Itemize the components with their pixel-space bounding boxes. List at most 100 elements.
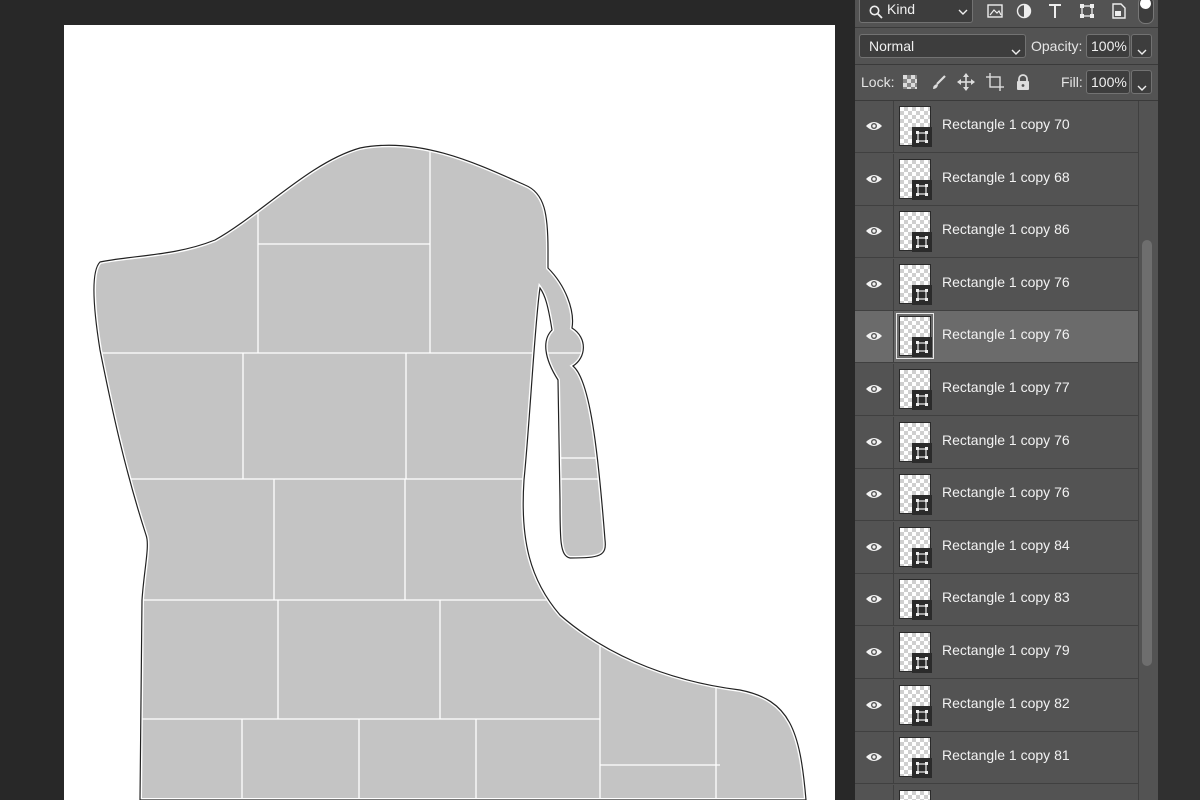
fill-slider-button[interactable] xyxy=(1131,70,1152,94)
layer-name[interactable]: Rectangle 1 copy 76 xyxy=(942,432,1070,448)
visibility-eye-icon[interactable] xyxy=(861,273,887,295)
layer-row[interactable]: Rectangle 1 copy 82 xyxy=(855,679,1138,732)
shape-layer-badge-icon xyxy=(912,127,932,147)
layer-row[interactable]: Rectangle 1 copy 76 xyxy=(855,416,1138,469)
shape-layer-badge-icon xyxy=(912,758,932,779)
fill-label: Fill: xyxy=(1061,74,1083,90)
opacity-slider-button[interactable] xyxy=(1131,34,1152,58)
blend-mode-value: Normal xyxy=(869,38,915,54)
lock-artboard-icon[interactable] xyxy=(984,71,1006,93)
shape-layer-badge-icon xyxy=(912,653,932,673)
shape-layer-badge-icon xyxy=(912,179,932,200)
shape-layer-badge-icon xyxy=(912,495,932,516)
shape-layer-badge-icon xyxy=(912,705,932,726)
layer-name[interactable]: Rectangle 1 copy 77 xyxy=(942,379,1070,395)
layer-row[interactable]: Rectangle 1 copy 76 xyxy=(855,258,1138,311)
chevron-down-icon xyxy=(1137,77,1147,99)
opacity-label: Opacity: xyxy=(1031,38,1083,54)
type-filter-icon[interactable] xyxy=(1043,0,1067,22)
layer-name[interactable]: Rectangle 1 copy 81 xyxy=(942,747,1070,763)
smart-object-filter-icon[interactable] xyxy=(1107,0,1131,22)
shape-layer-badge-icon xyxy=(912,547,932,568)
layer-name[interactable]: Rectangle 1 copy 82 xyxy=(942,695,1070,711)
blend-opacity-row: Normal Opacity: 100% xyxy=(855,28,1200,64)
chevron-down-icon xyxy=(1011,41,1021,63)
layer-row[interactable]: Rectangle 1 copy 79 xyxy=(855,627,1138,679)
layers-panel: Kind Normal Opacity: 100% Lock: Fill: 10… xyxy=(855,0,1200,800)
layer-row[interactable]: Rectangle 1 copy 68 xyxy=(855,153,1138,206)
shape-layer-badge-icon xyxy=(912,442,932,463)
visibility-eye-icon[interactable] xyxy=(861,378,887,400)
layer-list-scrollbar-thumb[interactable] xyxy=(1142,240,1152,666)
panel-dock-strip xyxy=(1158,0,1200,800)
divider xyxy=(893,206,894,259)
layer-list[interactable]: Rectangle 1 copy 70 Rectangle 1 copy 68 Re… xyxy=(855,101,1138,800)
layer-row[interactable]: Rectangle 1 copy 84 xyxy=(855,521,1138,574)
divider xyxy=(893,574,894,627)
layer-name[interactable]: Rectangle 1 copy 76 xyxy=(942,484,1070,500)
image-filter-icon[interactable] xyxy=(983,0,1007,22)
layer-row[interactable]: Rectangle 1 copy 77 xyxy=(855,364,1138,416)
visibility-eye-icon[interactable] xyxy=(861,483,887,505)
layer-name[interactable]: Rectangle 1 copy 68 xyxy=(942,169,1070,185)
visibility-eye-icon[interactable] xyxy=(861,588,887,610)
visibility-eye-icon[interactable] xyxy=(861,641,887,663)
divider xyxy=(893,364,894,416)
canvas-area[interactable] xyxy=(0,0,855,800)
visibility-eye-icon[interactable] xyxy=(861,694,887,716)
filter-kind-dropdown[interactable]: Kind xyxy=(859,0,973,23)
opacity-value: 100% xyxy=(1091,38,1127,54)
lock-image-pixels-icon[interactable] xyxy=(929,72,949,92)
visibility-eye-icon[interactable] xyxy=(861,431,887,453)
lock-all-icon[interactable] xyxy=(1012,71,1034,93)
layer-name[interactable]: Rectangle 1 copy 76 xyxy=(942,274,1070,290)
visibility-eye-icon[interactable] xyxy=(861,746,887,768)
shape-layer-badge-icon xyxy=(912,232,932,253)
visibility-eye-icon[interactable] xyxy=(861,220,887,242)
layer-thumbnail[interactable] xyxy=(899,789,931,800)
chevron-down-icon xyxy=(958,1,968,23)
layer-name[interactable]: Rectangle 1 copy 70 xyxy=(942,116,1070,132)
visibility-eye-icon[interactable] xyxy=(861,325,887,347)
visibility-eye-icon[interactable] xyxy=(861,115,887,137)
layer-row[interactable] xyxy=(855,784,1138,800)
shape-filter-icon[interactable] xyxy=(1075,0,1099,22)
layer-name[interactable]: Rectangle 1 copy 84 xyxy=(942,537,1070,553)
blend-mode-dropdown[interactable]: Normal xyxy=(859,34,1026,58)
filter-toggle-switch[interactable] xyxy=(1138,0,1154,24)
layer-name[interactable]: Rectangle 1 copy 83 xyxy=(942,589,1070,605)
layer-filter-row: Kind xyxy=(855,0,1200,25)
layer-row[interactable]: Rectangle 1 copy 81 xyxy=(855,732,1138,785)
divider xyxy=(893,627,894,679)
visibility-eye-icon[interactable] xyxy=(861,536,887,558)
stocking-collage-template[interactable] xyxy=(0,0,855,800)
shape-layer-badge-icon xyxy=(912,284,932,305)
divider xyxy=(893,784,894,800)
divider xyxy=(893,521,894,574)
divider xyxy=(893,469,894,522)
shape-layer-badge-icon xyxy=(912,600,932,621)
adjustment-filter-icon[interactable] xyxy=(1012,0,1036,22)
layer-row[interactable]: Rectangle 1 copy 70 xyxy=(855,101,1138,153)
layer-row[interactable]: Rectangle 1 copy 76 xyxy=(855,469,1138,522)
layer-row[interactable]: Rectangle 1 copy 83 xyxy=(855,574,1138,627)
fill-value: 100% xyxy=(1091,74,1127,90)
layer-name[interactable]: Rectangle 1 copy 86 xyxy=(942,221,1070,237)
divider xyxy=(893,416,894,469)
lock-position-icon[interactable] xyxy=(955,71,977,93)
layer-name[interactable]: Rectangle 1 copy 79 xyxy=(942,642,1070,658)
shape-layer-badge-icon xyxy=(912,390,932,410)
lock-transparent-pixels-icon[interactable] xyxy=(900,72,920,92)
layer-name[interactable]: Rectangle 1 copy 76 xyxy=(942,326,1070,342)
fill-input[interactable]: 100% xyxy=(1086,70,1130,94)
document-canvas[interactable] xyxy=(64,25,835,800)
divider xyxy=(893,679,894,732)
visibility-eye-icon[interactable] xyxy=(861,168,887,190)
layer-row[interactable]: Rectangle 1 copy 86 xyxy=(855,206,1138,259)
divider xyxy=(893,311,894,364)
search-icon xyxy=(869,3,883,25)
filter-kind-label: Kind xyxy=(887,1,916,17)
layer-row[interactable]: Rectangle 1 copy 76 xyxy=(855,311,1138,364)
divider xyxy=(893,153,894,206)
opacity-input[interactable]: 100% xyxy=(1086,34,1130,58)
